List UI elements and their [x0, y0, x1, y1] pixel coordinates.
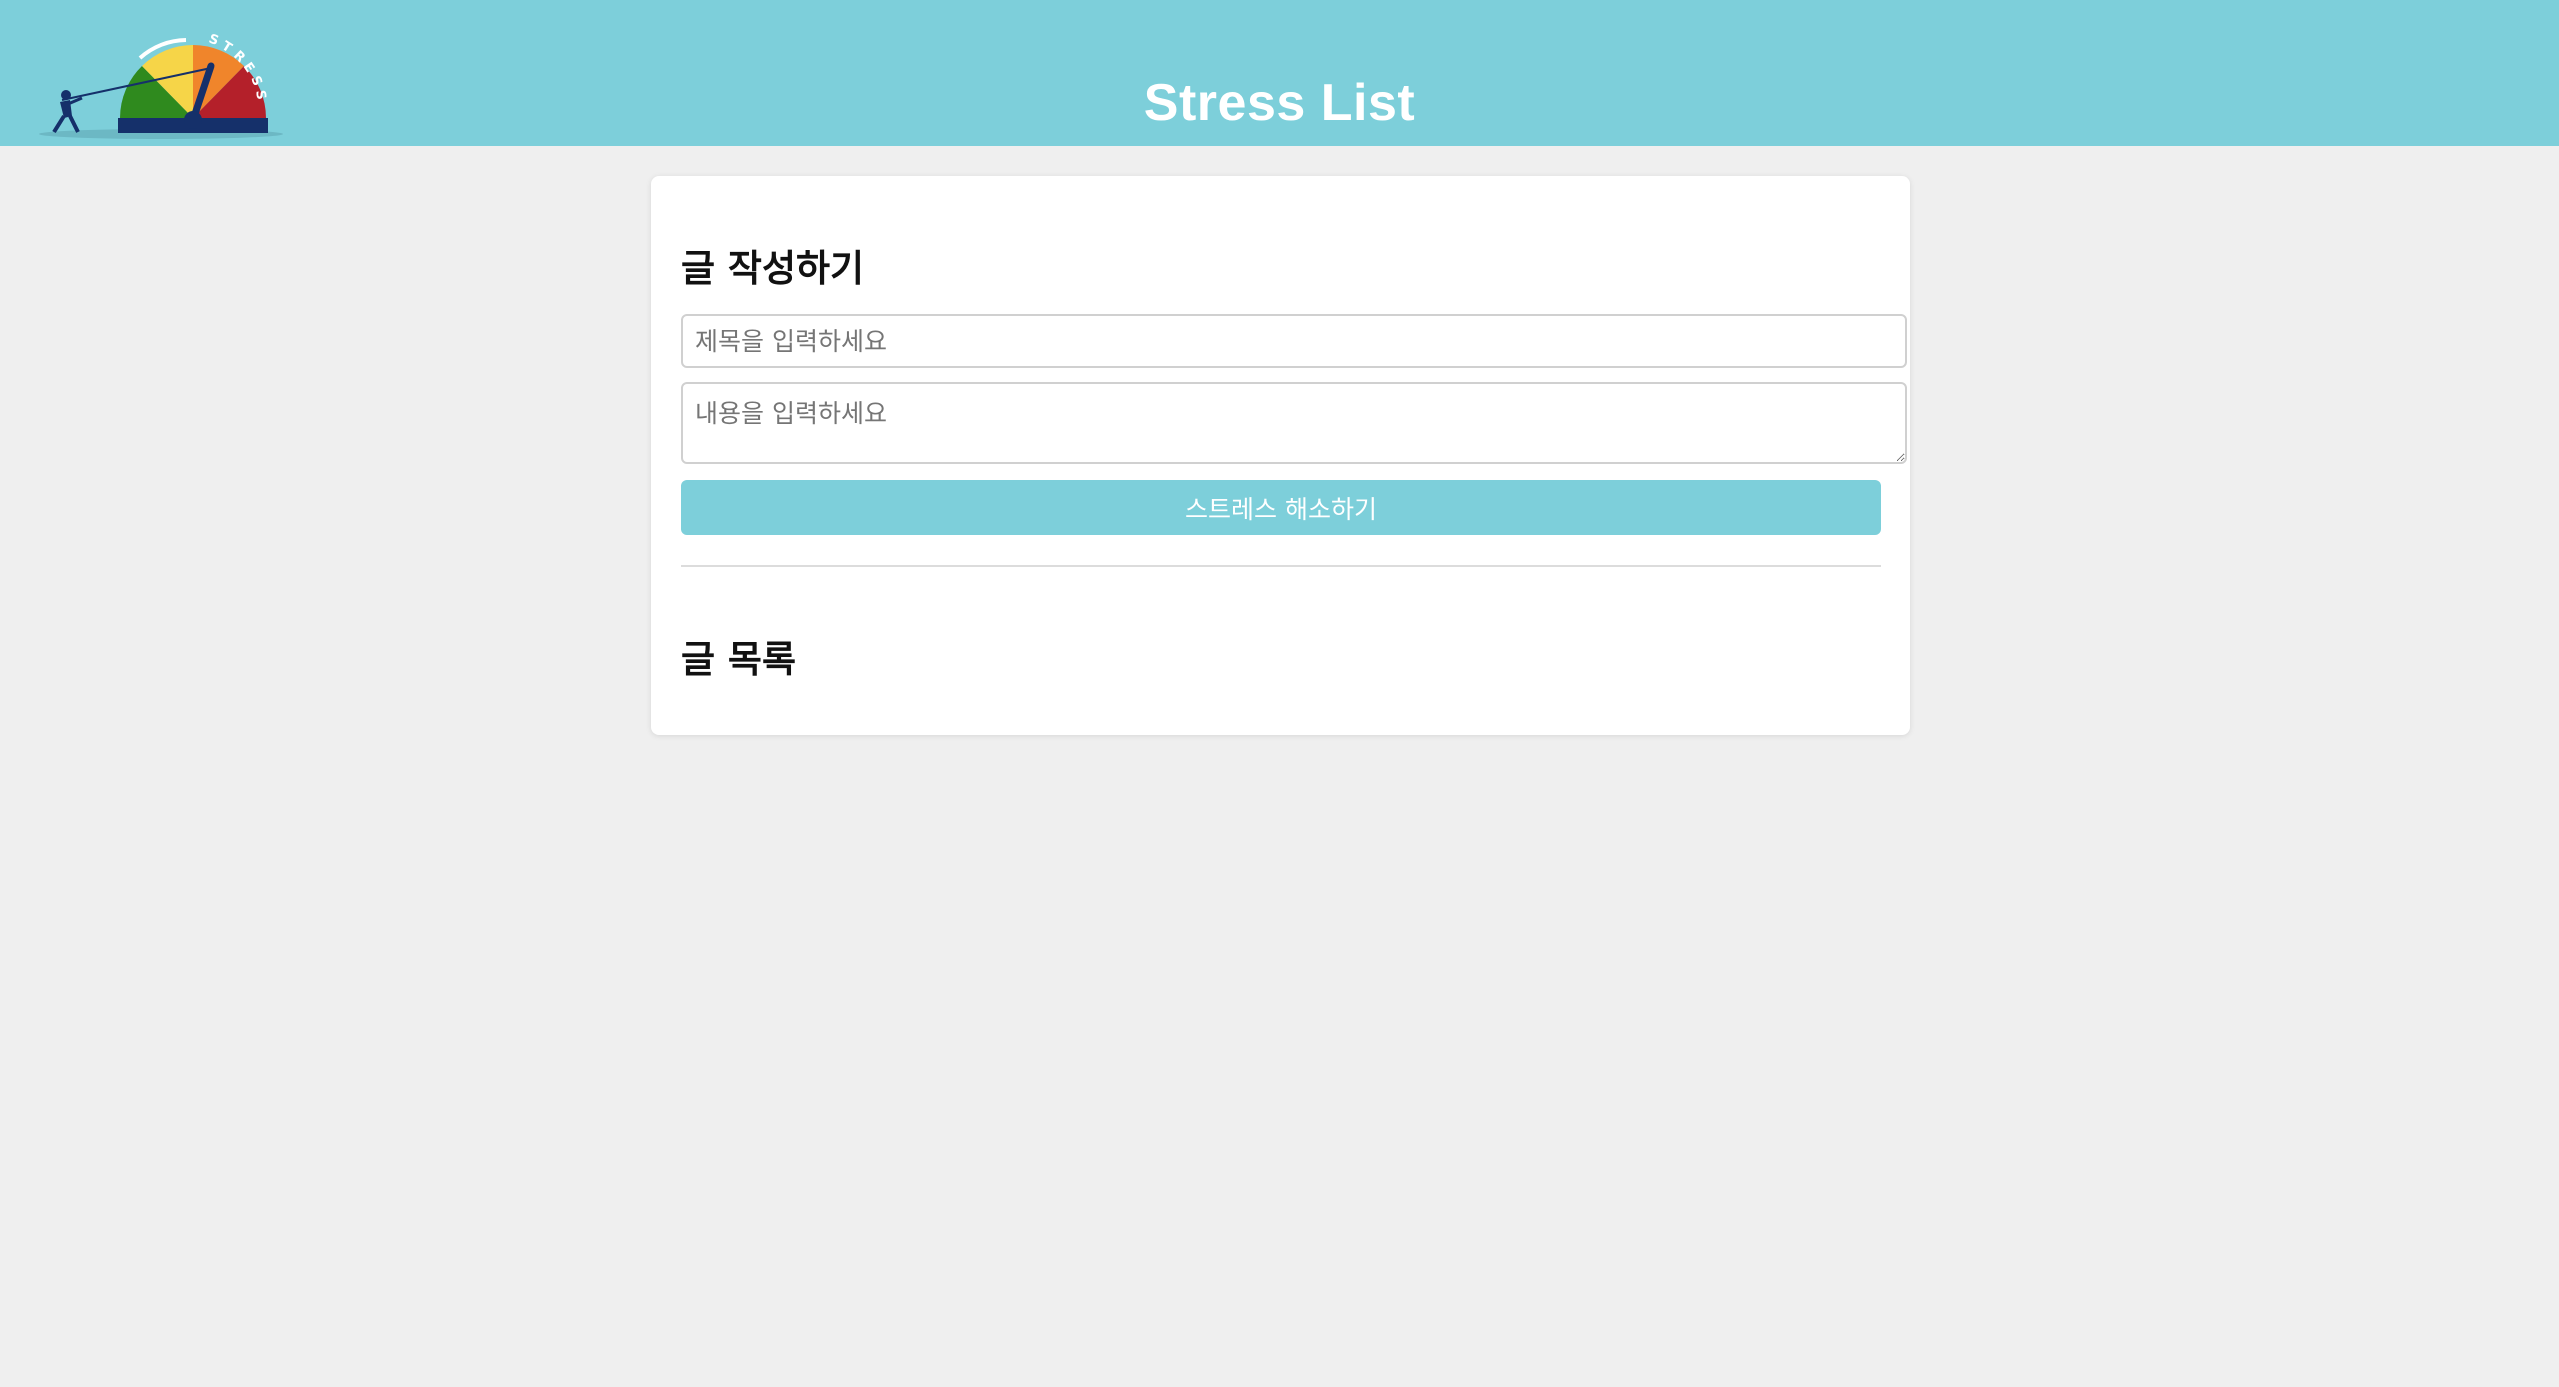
post-list-heading: 글 목록	[681, 638, 797, 681]
section-divider	[681, 565, 1881, 567]
stress-relief-submit-button[interactable]: 스트레스 해소하기	[681, 480, 1881, 535]
app-title: Stress List	[1143, 73, 1416, 132]
content-textarea[interactable]	[681, 382, 1907, 464]
svg-text:S: S	[207, 32, 221, 49]
main-card: 글 작성하기 스트레스 해소하기 글 목록	[651, 176, 1910, 735]
app-header: S T R E S S Stress List	[0, 0, 2559, 146]
write-section-heading: 글 작성하기	[681, 247, 865, 290]
title-input[interactable]	[681, 314, 1907, 368]
